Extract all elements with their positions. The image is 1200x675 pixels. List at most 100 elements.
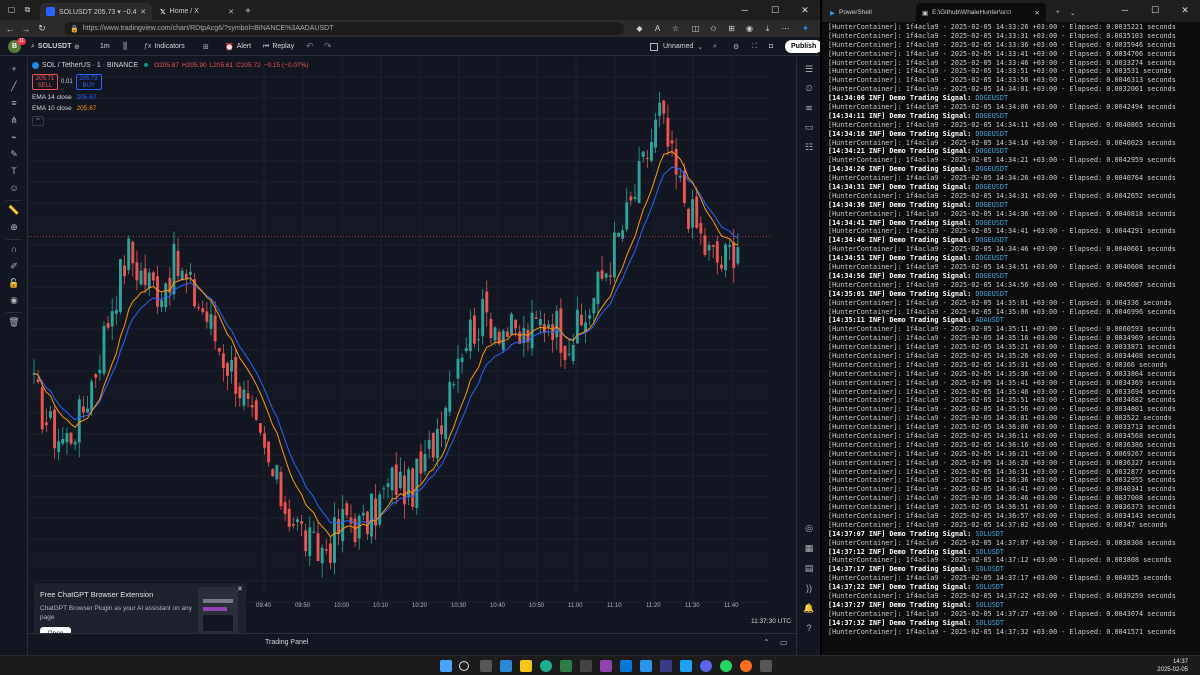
close-promo-icon[interactable]: ✕	[237, 585, 243, 593]
browser-tab-x[interactable]: 𝕏 Home / X ✕	[154, 3, 240, 20]
url-field[interactable]: 🔒 https://www.tradingview.com/chart/RDtp…	[64, 22, 624, 35]
app-icon[interactable]	[680, 660, 692, 672]
ema10-legend-row[interactable]: EMA 10 close 205.67	[32, 105, 309, 114]
screener-icon[interactable]: ▤	[803, 562, 815, 574]
terminal-app-icon[interactable]	[560, 660, 572, 672]
templates-icon[interactable]: ⊞	[203, 40, 209, 53]
widgets-icon[interactable]	[500, 660, 512, 672]
notifications-bell-icon[interactable]: 🔔	[803, 602, 815, 614]
quick-search-icon[interactable]: ⌕	[713, 40, 717, 53]
interval-button[interactable]: 1m	[100, 40, 110, 53]
system-clock[interactable]: 14:37 2025-02-05	[1157, 658, 1188, 674]
watchlist-icon[interactable]: ☰	[803, 63, 815, 75]
start-windows-icon[interactable]	[440, 660, 452, 672]
favorites-icon[interactable]: ✩	[708, 23, 719, 34]
alerts-clock-icon[interactable]: ⏲	[803, 82, 815, 94]
indicators-button[interactable]: ƒx Indicators	[144, 40, 185, 53]
discord-icon[interactable]	[700, 660, 712, 672]
zoom-in-icon[interactable]: ⊕	[7, 221, 21, 234]
publish-button[interactable]: Publish	[785, 40, 820, 53]
pen-icon[interactable]: ✎	[7, 148, 21, 161]
browser-menu-icon[interactable]: ▢	[6, 4, 17, 15]
object-tree-icon[interactable]: ≋	[803, 102, 815, 114]
new-tab-button[interactable]: +	[240, 3, 256, 20]
extensions-icon[interactable]: ◆	[634, 23, 645, 34]
read-aloud-icon[interactable]: A	[652, 23, 663, 34]
search-icon[interactable]	[459, 661, 469, 671]
close-window-icon[interactable]: ✕	[1170, 0, 1200, 20]
snapshot-camera-icon[interactable]: ◘	[769, 40, 773, 53]
hide-drawings-eye-icon[interactable]: ◉	[7, 294, 21, 307]
undo-icon[interactable]: ↶	[306, 40, 314, 53]
buy-button[interactable]: 205.72 BUY	[75, 73, 102, 90]
terminal-icon[interactable]	[580, 660, 592, 672]
redo-icon[interactable]: ↷	[324, 40, 332, 53]
chart-settings-gear-icon[interactable]: ⚙	[733, 40, 739, 53]
copilot-icon[interactable]: ✦	[800, 23, 811, 34]
refresh-icon[interactable]: ↻	[34, 23, 50, 34]
horizontal-lines-icon[interactable]: ≡	[7, 97, 21, 110]
forward-icon[interactable]: →	[18, 24, 34, 34]
target-icon[interactable]: ◎	[803, 522, 815, 534]
utc-clock[interactable]: 11:37:30 UTC	[751, 618, 791, 625]
terminal-output[interactable]: [HunterContainer]: 1f4acla9 - 2025-02-05…	[828, 23, 1198, 655]
symbol-title[interactable]: SOL / TetherUS · 1 · BINANCE	[42, 62, 138, 69]
profile-icon[interactable]: ◉	[744, 23, 755, 34]
edge-browser-icon[interactable]	[540, 660, 552, 672]
minimize-icon[interactable]: ─	[730, 0, 760, 20]
emoji-icon[interactable]: ☺	[7, 182, 21, 195]
close-tab-icon[interactable]: ✕	[140, 8, 146, 16]
trend-line-icon[interactable]: ╱	[7, 80, 21, 93]
ruler-icon[interactable]: 📏	[7, 204, 21, 217]
signal-icon[interactable]: ))	[803, 582, 815, 594]
lock-drawings-icon[interactable]: 🔓	[7, 277, 21, 290]
sell-button[interactable]: 205.71 SELL	[32, 73, 58, 90]
ema14-line[interactable]	[33, 166, 739, 525]
symbol-search-button[interactable]: ⌕ SOLUSDT	[31, 40, 71, 53]
alert-button[interactable]: ⏰ Alert	[225, 40, 251, 53]
task-view-icon[interactable]	[480, 660, 492, 672]
crosshair-icon[interactable]: +	[7, 63, 21, 76]
close-tab-icon[interactable]: ✕	[1035, 9, 1040, 17]
app-icon[interactable]	[740, 660, 752, 672]
trading-panel-tab[interactable]: Trading Panel	[265, 639, 308, 646]
settings-more-icon[interactable]: ⋯	[780, 23, 791, 34]
pitchfork-icon[interactable]: ⋔	[7, 114, 21, 127]
ema14-legend-row[interactable]: EMA 14 close 205.67	[32, 94, 309, 103]
magnet-icon[interactable]: ∩	[7, 243, 21, 256]
terminal-tab-powershell[interactable]: ▶ PowerShell	[824, 3, 914, 22]
close-tab-icon[interactable]: ✕	[228, 8, 234, 16]
terminal-dropdown-chevron-icon[interactable]: ⌄	[1064, 3, 1081, 22]
chart-pane[interactable]: USDT207.00206.80206.60206.40206.20206.00…	[28, 57, 770, 617]
maximize-panel-chevron-icon[interactable]: ⌃	[763, 638, 770, 647]
visual-studio-icon[interactable]	[600, 660, 612, 672]
browser-tab-tradingview[interactable]: SOLUSDT 205.73 ▾ −0.44% Unnamed ✕	[40, 3, 152, 20]
maximize-icon[interactable]: ☐	[760, 0, 790, 20]
minimize-icon[interactable]: ─	[1110, 0, 1140, 20]
help-icon[interactable]: ?	[803, 622, 815, 634]
favorite-star-icon[interactable]: ☆	[670, 23, 681, 34]
calendar-icon[interactable]: ▦	[803, 542, 815, 554]
trash-icon[interactable]: 🗑	[7, 316, 21, 329]
brush-icon[interactable]: ⌁	[7, 131, 21, 144]
stay-drawing-icon[interactable]: ✐	[7, 260, 21, 273]
file-explorer-icon[interactable]	[520, 660, 532, 672]
ema10-line[interactable]	[33, 150, 738, 538]
vscode-icon[interactable]	[620, 660, 632, 672]
expand-panel-icon[interactable]: ▭	[780, 638, 788, 647]
layout-name-button[interactable]: Unnamed ⌄	[650, 40, 703, 53]
terminal-tab-project[interactable]: ▣ E:\Github\WhaleHunter\src\ ✕	[916, 3, 1046, 22]
app-icon[interactable]	[760, 660, 772, 672]
close-window-icon[interactable]: ✕	[790, 0, 820, 20]
app-icon[interactable]	[660, 660, 672, 672]
docker-icon[interactable]	[640, 660, 652, 672]
candle-style-icon[interactable]: ⫼	[123, 40, 127, 53]
replay-button[interactable]: ⏮ Replay	[263, 40, 294, 53]
chats-icon[interactable]: ▭	[803, 121, 815, 133]
downloads-icon[interactable]: ⤓	[762, 23, 773, 34]
collapse-legend-chevron-up-icon[interactable]: ⌃	[32, 116, 44, 126]
split-screen-icon[interactable]: ◫	[690, 23, 701, 34]
ideas-icon[interactable]: ☷	[803, 141, 815, 153]
fullscreen-icon[interactable]: ⛶	[752, 40, 757, 53]
add-symbol-icon[interactable]: ⊕	[74, 40, 80, 53]
